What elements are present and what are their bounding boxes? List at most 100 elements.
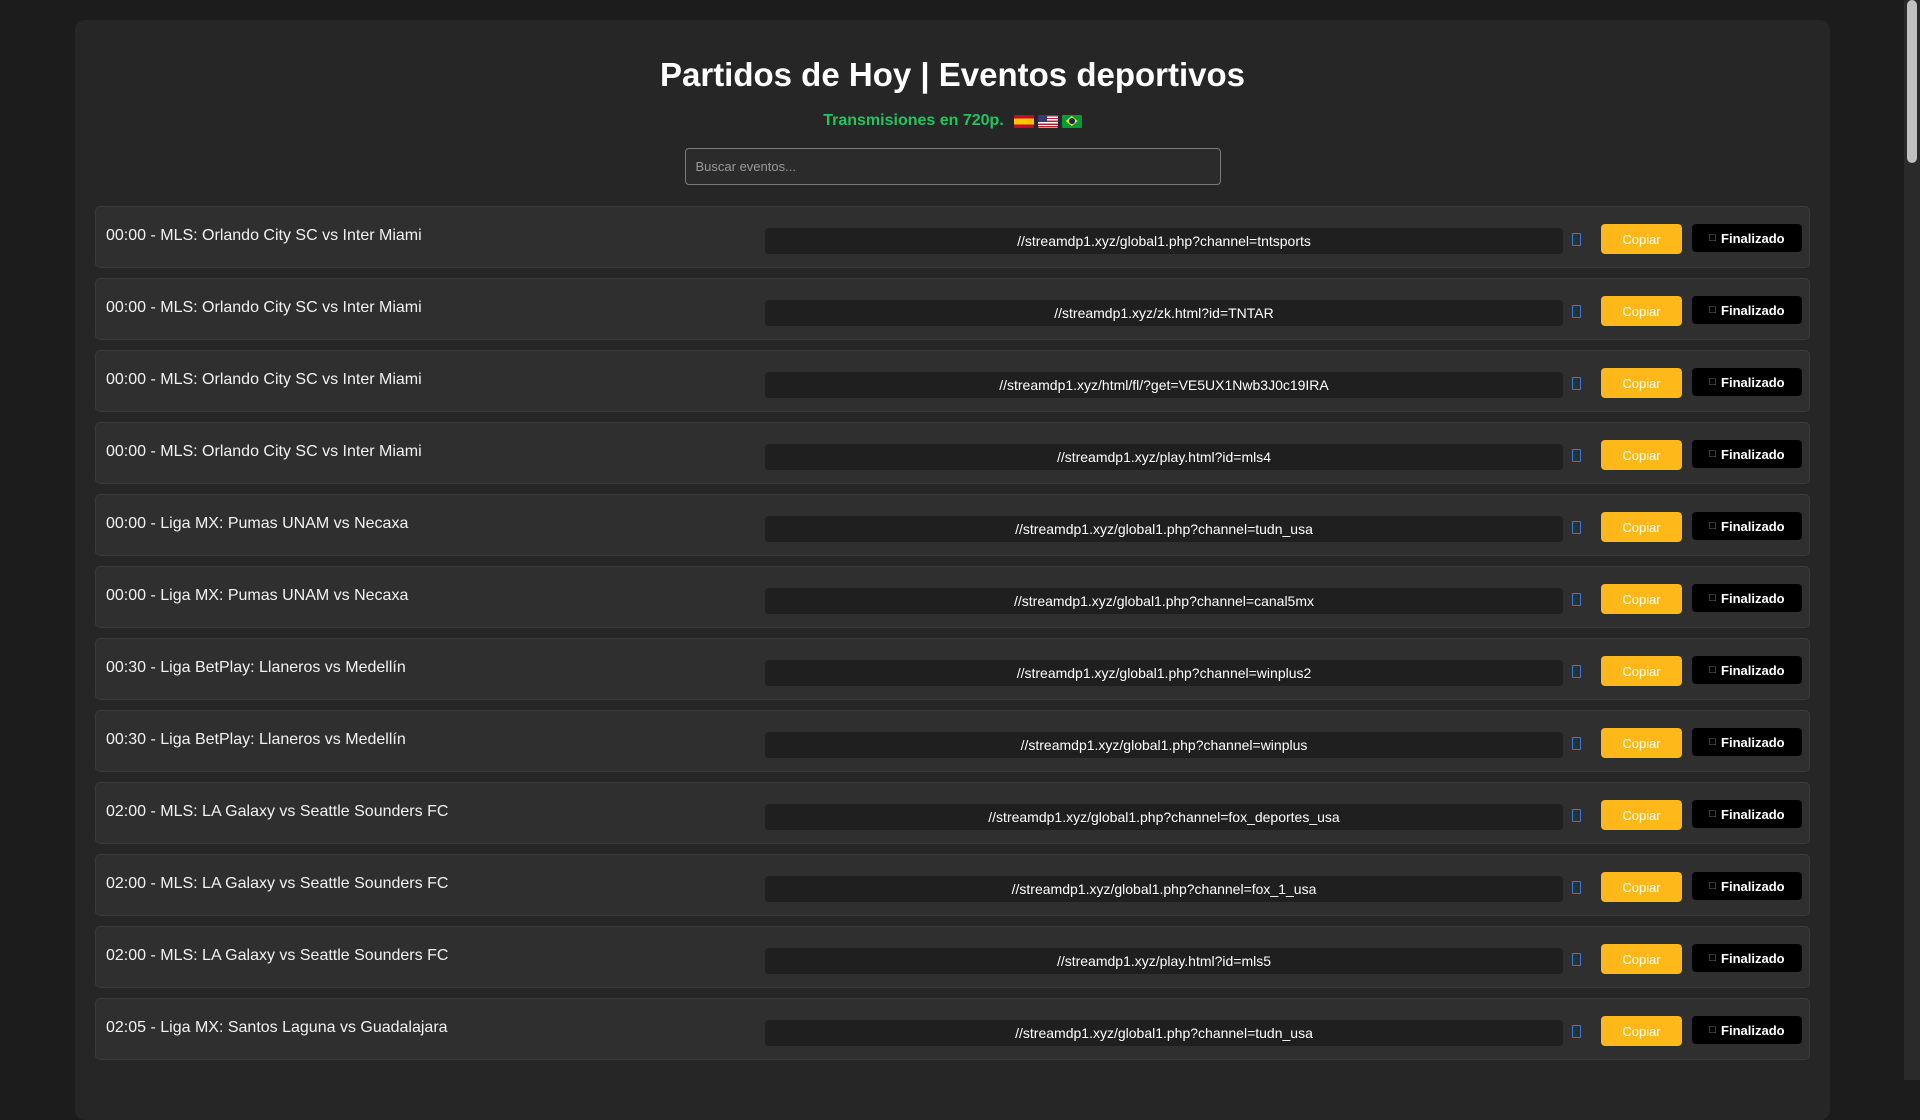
event-name: 00:00 - Liga MX: Pumas UNAM vs Necaxa (106, 515, 409, 532)
status-icon: □ (1709, 592, 1717, 604)
copy-icon[interactable] (1572, 665, 1581, 678)
search-container (95, 148, 1810, 185)
status-button[interactable]: □ Finalizado (1692, 872, 1802, 900)
copy-icon[interactable] (1572, 521, 1581, 534)
status-label: Finalizado (1721, 446, 1785, 462)
status-icon: □ (1709, 664, 1717, 676)
language-flags (1013, 114, 1082, 128)
copy-icon[interactable] (1572, 737, 1581, 750)
event-row: 00:30 - Liga BetPlay: Llaneros vs Medell… (95, 638, 1810, 700)
event-name: 00:30 - Liga BetPlay: Llaneros vs Medell… (106, 731, 406, 748)
stream-link[interactable]: //streamdp1.xyz/html/fl/?get=VE5UX1Nwb3J… (765, 372, 1563, 398)
copy-button[interactable]: Copiar (1601, 512, 1682, 542)
status-button[interactable]: □ Finalizado (1692, 800, 1802, 828)
event-name: 00:30 - Liga BetPlay: Llaneros vs Medell… (106, 659, 406, 676)
status-button[interactable]: □ Finalizado (1692, 728, 1802, 756)
status-button[interactable]: □ Finalizado (1692, 584, 1802, 612)
status-icon: □ (1709, 1024, 1717, 1036)
scrollbar-thumb[interactable] (1907, 0, 1917, 163)
status-button[interactable]: □ Finalizado (1692, 368, 1802, 396)
event-row: 00:00 - MLS: Orlando City SC vs Inter Mi… (95, 206, 1810, 268)
subtitle: Transmisiones en 720p. (95, 112, 1810, 130)
copy-button[interactable]: Copiar (1601, 872, 1682, 902)
copy-button[interactable]: Copiar (1601, 440, 1682, 470)
status-icon: □ (1709, 448, 1717, 460)
stream-link[interactable]: //streamdp1.xyz/global1.php?channel=tnts… (765, 228, 1563, 254)
status-button[interactable]: □ Finalizado (1692, 296, 1802, 324)
copy-button[interactable]: Copiar (1601, 944, 1682, 974)
event-row: 02:00 - MLS: LA Galaxy vs Seattle Sounde… (95, 782, 1810, 844)
stream-link[interactable]: //streamdp1.xyz/zk.html?id=TNTAR (765, 300, 1563, 326)
stream-link[interactable]: //streamdp1.xyz/global1.php?channel=cana… (765, 588, 1563, 614)
status-label: Finalizado (1721, 734, 1785, 750)
status-label: Finalizado (1721, 806, 1785, 822)
copy-icon[interactable] (1572, 449, 1581, 462)
event-name: 00:00 - MLS: Orlando City SC vs Inter Mi… (106, 299, 422, 316)
status-label: Finalizado (1721, 374, 1785, 390)
event-row: 02:05 - Liga MX: Santos Laguna vs Guadal… (95, 998, 1810, 1060)
status-button[interactable]: □ Finalizado (1692, 1016, 1802, 1044)
copy-icon[interactable] (1572, 377, 1581, 390)
event-row: 02:00 - MLS: LA Galaxy vs Seattle Sounde… (95, 926, 1810, 988)
status-label: Finalizado (1721, 662, 1785, 678)
copy-button[interactable]: Copiar (1601, 224, 1682, 254)
flag-usa-icon (1037, 114, 1058, 128)
status-icon: □ (1709, 952, 1717, 964)
stream-link[interactable]: //streamdp1.xyz/global1.php?channel=winp… (765, 732, 1563, 758)
copy-icon[interactable] (1572, 233, 1581, 246)
event-name: 02:05 - Liga MX: Santos Laguna vs Guadal… (106, 1019, 448, 1036)
stream-link[interactable]: //streamdp1.xyz/global1.php?channel=tudn… (765, 516, 1563, 542)
stream-link[interactable]: //streamdp1.xyz/global1.php?channel=fox_… (765, 804, 1563, 830)
stream-link[interactable]: //streamdp1.xyz/global1.php?channel=fox_… (765, 876, 1563, 902)
event-row: 00:00 - Liga MX: Pumas UNAM vs Necaxa //… (95, 494, 1810, 556)
search-input[interactable] (684, 148, 1221, 185)
status-button[interactable]: □ Finalizado (1692, 224, 1802, 252)
copy-button[interactable]: Copiar (1601, 656, 1682, 686)
status-label: Finalizado (1721, 518, 1785, 534)
subtitle-text: Transmisiones en 720p. (823, 112, 1004, 129)
event-row: 00:00 - MLS: Orlando City SC vs Inter Mi… (95, 350, 1810, 412)
status-button[interactable]: □ Finalizado (1692, 512, 1802, 540)
status-label: Finalizado (1721, 302, 1785, 318)
event-name: 02:00 - MLS: LA Galaxy vs Seattle Sounde… (106, 947, 449, 964)
event-row: 00:30 - Liga BetPlay: Llaneros vs Medell… (95, 710, 1810, 772)
main-panel: Partidos de Hoy | Eventos deportivos Tra… (75, 20, 1830, 1120)
status-label: Finalizado (1721, 878, 1785, 894)
stream-link[interactable]: //streamdp1.xyz/global1.php?channel=tudn… (765, 1020, 1563, 1046)
copy-icon[interactable] (1572, 953, 1581, 966)
copy-button[interactable]: Copiar (1601, 728, 1682, 758)
event-row: 00:00 - Liga MX: Pumas UNAM vs Necaxa //… (95, 566, 1810, 628)
stream-link[interactable]: //streamdp1.xyz/play.html?id=mls4 (765, 444, 1563, 470)
copy-button[interactable]: Copiar (1601, 584, 1682, 614)
stream-link[interactable]: //streamdp1.xyz/play.html?id=mls5 (765, 948, 1563, 974)
status-icon: □ (1709, 880, 1717, 892)
copy-icon[interactable] (1572, 881, 1581, 894)
copy-icon[interactable] (1572, 593, 1581, 606)
status-button[interactable]: □ Finalizado (1692, 944, 1802, 972)
event-row: 00:00 - MLS: Orlando City SC vs Inter Mi… (95, 278, 1810, 340)
status-icon: □ (1709, 304, 1717, 316)
copy-icon[interactable] (1572, 305, 1581, 318)
event-name: 02:00 - MLS: LA Galaxy vs Seattle Sounde… (106, 803, 449, 820)
stream-link[interactable]: //streamdp1.xyz/global1.php?channel=winp… (765, 660, 1563, 686)
copy-icon[interactable] (1572, 1025, 1581, 1038)
copy-button[interactable]: Copiar (1601, 800, 1682, 830)
status-icon: □ (1709, 232, 1717, 244)
flag-brazil-icon (1061, 114, 1082, 128)
status-label: Finalizado (1721, 1022, 1785, 1038)
event-list: 00:00 - MLS: Orlando City SC vs Inter Mi… (95, 206, 1810, 1060)
copy-button[interactable]: Copiar (1601, 296, 1682, 326)
status-button[interactable]: □ Finalizado (1692, 440, 1802, 468)
copy-button[interactable]: Copiar (1601, 368, 1682, 398)
copy-button[interactable]: Copiar (1601, 1016, 1682, 1046)
status-button[interactable]: □ Finalizado (1692, 656, 1802, 684)
status-icon: □ (1709, 520, 1717, 532)
copy-icon[interactable] (1572, 809, 1581, 822)
event-name: 00:00 - MLS: Orlando City SC vs Inter Mi… (106, 371, 422, 388)
status-icon: □ (1709, 736, 1717, 748)
status-label: Finalizado (1721, 950, 1785, 966)
status-label: Finalizado (1721, 230, 1785, 246)
scrollbar[interactable] (1904, 0, 1920, 1080)
event-name: 00:00 - MLS: Orlando City SC vs Inter Mi… (106, 227, 422, 244)
status-label: Finalizado (1721, 590, 1785, 606)
